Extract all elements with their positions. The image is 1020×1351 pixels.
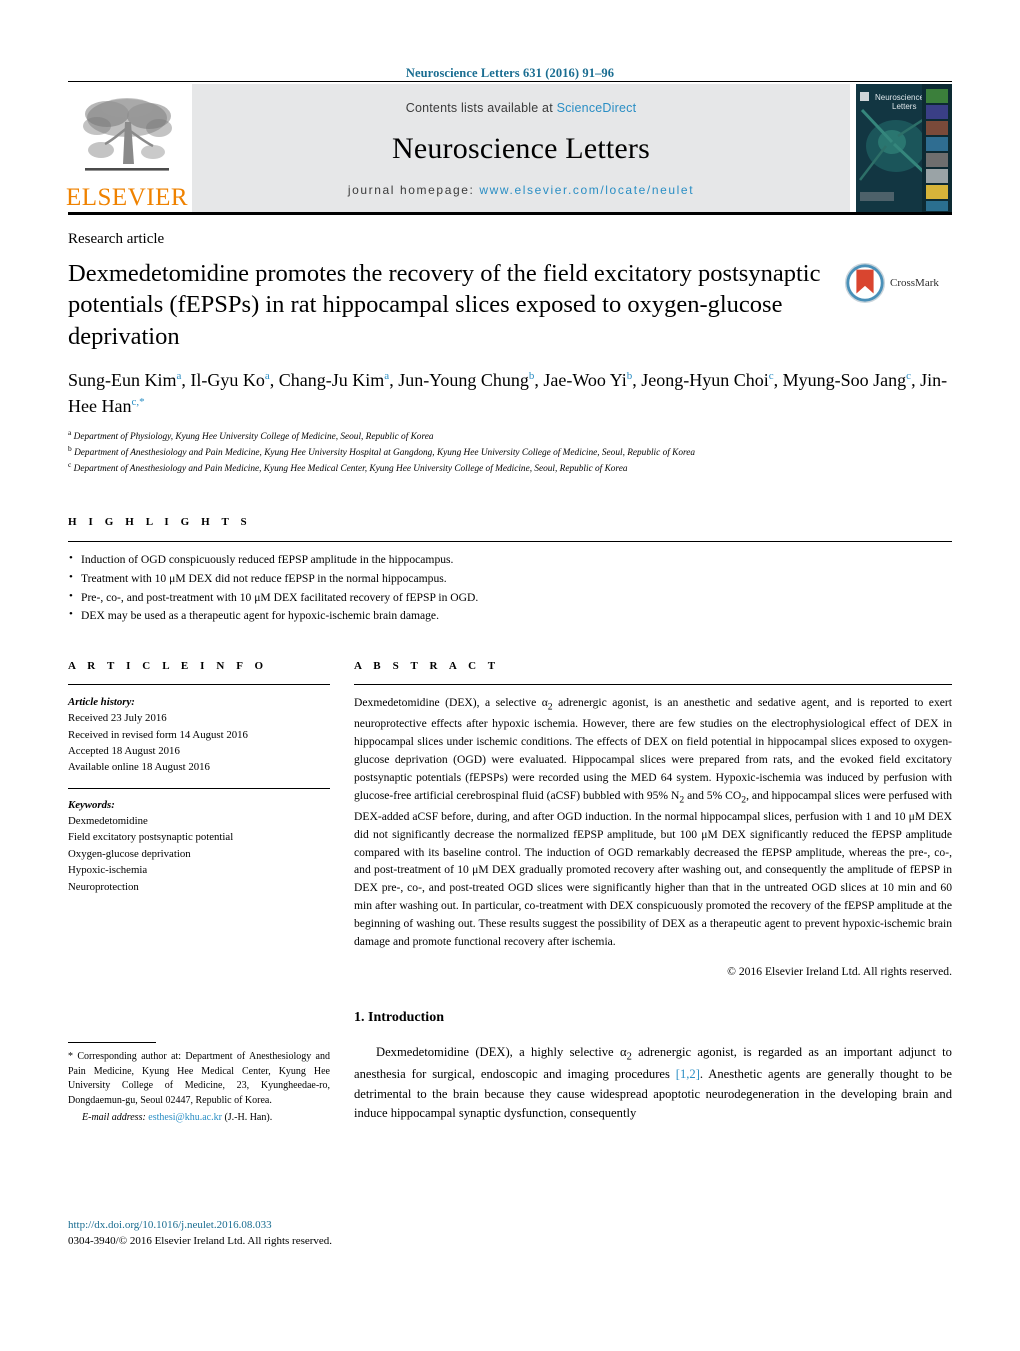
highlight-item: Pre-, co-, and post-treatment with 10 μM… bbox=[68, 588, 952, 608]
citation-ref-1-2[interactable]: [1,2] bbox=[676, 1067, 700, 1081]
keyword-item: Hypoxic-ischemia bbox=[68, 864, 148, 877]
email-person: (J.-H. Han). bbox=[224, 1111, 273, 1123]
highlights-rule bbox=[68, 540, 952, 542]
paper-page: Neuroscience Letters 631 (2016) 91–96 EL… bbox=[0, 0, 1020, 1351]
corresponding-text: Corresponding author at: Department of A… bbox=[68, 1050, 330, 1107]
svg-text:Letters: Letters bbox=[892, 102, 916, 111]
article-history-item: Received 23 July 2016 bbox=[68, 712, 167, 725]
keyword-item: Neuroprotection bbox=[68, 880, 139, 893]
masthead-top-rule bbox=[68, 81, 952, 82]
crossmark-badge[interactable]: CrossMark bbox=[844, 258, 952, 304]
email-label: E-mail address: bbox=[82, 1111, 146, 1123]
footnote-column: * Corresponding author at: Department of… bbox=[68, 1010, 354, 1123]
author-affiliation-marker: b bbox=[626, 370, 633, 383]
author-affiliation-marker: c bbox=[768, 370, 774, 383]
page-bottom: * Corresponding author at: Department of… bbox=[68, 1010, 952, 1123]
email-link[interactable]: esthesi@khu.ac.kr bbox=[148, 1112, 222, 1123]
article-history-item: Accepted 18 August 2016 bbox=[68, 745, 180, 758]
article-info-rule bbox=[68, 684, 330, 686]
highlights-list: Induction of OGD conspicuously reduced f… bbox=[68, 550, 952, 626]
highlight-item: Treatment with 10 μM DEX did not reduce … bbox=[68, 569, 952, 589]
affiliation-item: b Department of Anesthesiology and Pain … bbox=[68, 444, 696, 459]
elsevier-tree-icon bbox=[83, 98, 172, 171]
author-affiliation-marker: a bbox=[176, 370, 182, 383]
issn-copyright-line: 0304-3940/© 2016 Elsevier Ireland Ltd. A… bbox=[68, 1234, 333, 1247]
author-affiliation-marker: c bbox=[906, 370, 912, 383]
author-name: Sung-Eun Kim bbox=[68, 370, 177, 391]
footnote-rule bbox=[68, 1041, 156, 1043]
homepage-prefix: journal homepage: bbox=[347, 183, 475, 197]
article-history-title: Article history: bbox=[68, 696, 135, 709]
info-abstract-columns: A R T I C L E I N F O Article history: R… bbox=[68, 660, 952, 980]
author-affiliation-marker: a bbox=[264, 370, 270, 383]
introduction-heading: 1. Introduction bbox=[354, 1010, 444, 1025]
abstract-body: Dexmedetomidine (DEX), a selective α2 ad… bbox=[354, 696, 952, 948]
affiliation-list: a Department of Physiology, Kyung Hee Un… bbox=[68, 428, 952, 476]
sciencedirect-link[interactable]: ScienceDirect bbox=[557, 101, 637, 115]
author-name: Il-Gyu Ko bbox=[190, 370, 265, 391]
abstract-rule bbox=[354, 684, 952, 686]
keywords-rule bbox=[68, 787, 330, 789]
corresponding-author-note: * Corresponding author at: Department of… bbox=[68, 1050, 330, 1109]
running-head: Neuroscience Letters 631 (2016) 91–96 bbox=[405, 66, 615, 80]
highlights-heading: H I G H L I G H T S bbox=[68, 515, 252, 528]
contents-available-line: Contents lists available at ScienceDirec… bbox=[406, 101, 637, 115]
corresponding-author-block: * Corresponding author at: Department of… bbox=[68, 1041, 330, 1123]
keywords-list: Dexmedetomidine Field excitatory postsyna… bbox=[68, 813, 330, 895]
journal-masthead: ELSEVIER Contents lists available at Sci… bbox=[65, 81, 952, 215]
author-list: Sung-Eun Kima, Il-Gyu Koa, Chang-Ju Kima… bbox=[68, 370, 948, 416]
keyword-item: Dexmedetomidine bbox=[68, 815, 148, 828]
article-header: Research article Dexmedetomidine promote… bbox=[68, 231, 952, 980]
crossmark-label: CrossMark bbox=[890, 277, 939, 289]
article-history-item: Received in revised form 14 August 2016 bbox=[68, 728, 248, 741]
article-info-heading: A R T I C L E I N F O bbox=[68, 660, 268, 673]
abstract-text: Dexmedetomidine (DEX), a selective α2 ad… bbox=[354, 694, 952, 980]
highlight-item: Induction of OGD conspicuously reduced f… bbox=[68, 550, 952, 570]
abstract-column: A B S T R A C T Dexmedetomidine (DEX), a… bbox=[354, 660, 952, 980]
article-info-column: A R T I C L E I N F O Article history: R… bbox=[68, 660, 354, 980]
author-name: Jeong-Hyun Choi bbox=[641, 370, 769, 391]
affiliation-item: c Department of Anesthesiology and Pain … bbox=[68, 460, 628, 475]
introduction-column: 1. Introduction Dexmedetomidine (DEX), a… bbox=[354, 1010, 952, 1123]
doi-link[interactable]: http://dx.doi.org/10.1016/j.neulet.2016.… bbox=[68, 1218, 508, 1234]
journal-homepage-line: journal homepage: www.elsevier.com/locat… bbox=[348, 183, 694, 197]
article-type-label: Research article bbox=[68, 231, 165, 247]
crossmark-icon bbox=[844, 262, 886, 304]
elsevier-wordmark: ELSEVIER bbox=[65, 184, 189, 211]
keyword-item: Field excitatory postsynaptic potential bbox=[68, 831, 234, 844]
highlight-item: DEX may be used as a therapeutic agent f… bbox=[68, 606, 952, 626]
author-affiliation-marker: c,* bbox=[131, 395, 145, 408]
article-history-item: Available online 18 August 2016 bbox=[68, 761, 210, 774]
footer-block: http://dx.doi.org/10.1016/j.neulet.2016.… bbox=[68, 1218, 508, 1250]
email-note: E-mail address: esthesi@khu.ac.kr (J.-H.… bbox=[68, 1112, 330, 1123]
author-affiliation-marker: b bbox=[528, 370, 535, 383]
abstract-copyright: © 2016 Elsevier Ireland Ltd. All rights … bbox=[727, 964, 952, 978]
elsevier-logo: ELSEVIER bbox=[65, 84, 189, 212]
author-name: Chang-Ju Kim bbox=[278, 370, 385, 391]
keyword-item: Oxygen-glucose deprivation bbox=[68, 847, 191, 860]
introduction-paragraph: Dexmedetomidine (DEX), a highly selectiv… bbox=[354, 1043, 952, 1123]
author-name: Jun-Young Chung bbox=[398, 370, 529, 391]
abstract-heading: A B S T R A C T bbox=[354, 660, 500, 673]
article-history-list: Received 23 July 2016 Received in revised… bbox=[68, 710, 330, 776]
contents-prefix: Contents lists available at bbox=[405, 101, 553, 115]
corresponding-star: * bbox=[68, 1050, 73, 1062]
svg-text:Neuroscience: Neuroscience bbox=[875, 93, 924, 102]
author-name: Myung-Soo Jang bbox=[782, 370, 907, 391]
author-name: Jae-Woo Yi bbox=[543, 370, 627, 391]
journal-cover-thumbnail: Neuroscience Letters bbox=[856, 84, 952, 212]
journal-title: Neuroscience Letters bbox=[391, 132, 651, 165]
masthead-center: Contents lists available at ScienceDirec… bbox=[192, 84, 850, 212]
author-affiliation-marker: a bbox=[384, 370, 390, 383]
homepage-url-link[interactable]: www.elsevier.com/locate/neulet bbox=[479, 183, 694, 197]
keywords-title: Keywords: bbox=[68, 798, 115, 811]
affiliation-item: a Department of Physiology, Kyung Hee Un… bbox=[68, 428, 434, 443]
cover-art: Neuroscience Letters bbox=[856, 84, 952, 212]
page-title: Dexmedetomidine promotes the recovery of… bbox=[68, 260, 821, 350]
masthead-bottom-rule bbox=[68, 212, 952, 215]
